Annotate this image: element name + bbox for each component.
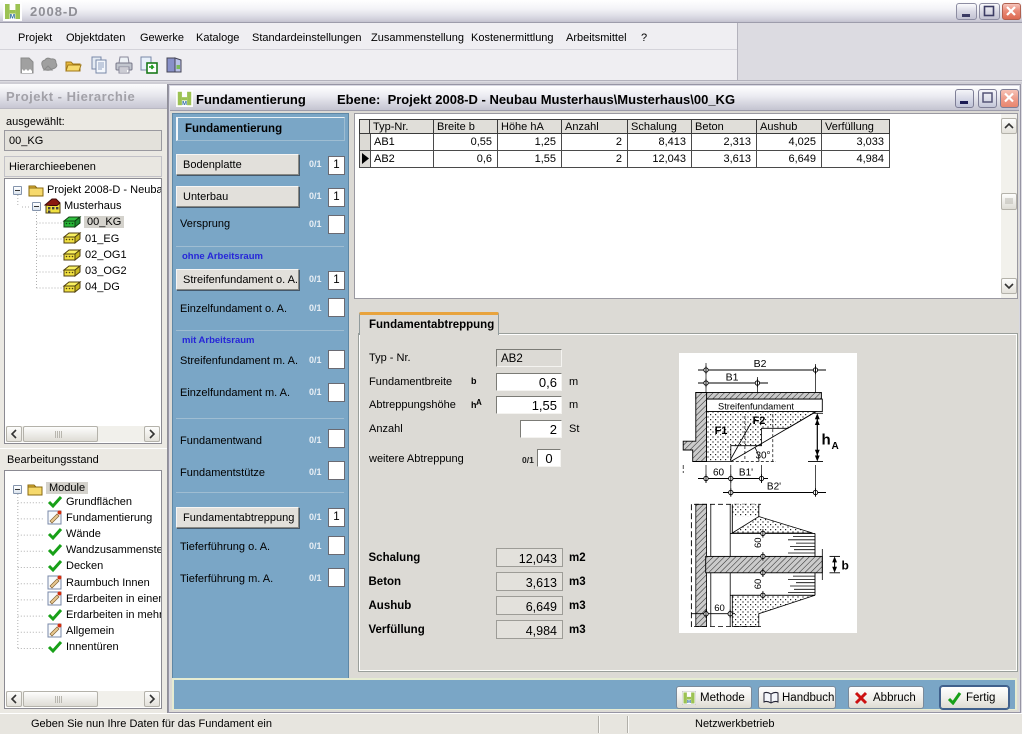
svg-text:30°: 30° bbox=[755, 451, 770, 462]
svg-text:b: b bbox=[842, 559, 849, 573]
svg-text:60: 60 bbox=[714, 603, 725, 614]
svg-text:B1: B1 bbox=[726, 372, 739, 384]
svg-text:B2: B2 bbox=[754, 358, 767, 370]
svg-text:B2': B2' bbox=[767, 482, 781, 493]
svg-text:60: 60 bbox=[713, 468, 725, 479]
svg-text:M: M bbox=[182, 101, 187, 107]
svg-text:M: M bbox=[687, 699, 691, 705]
svg-text:M: M bbox=[10, 14, 15, 21]
svg-text:Streifenfundament: Streifenfundament bbox=[718, 401, 794, 411]
svg-text:F1: F1 bbox=[715, 425, 728, 437]
svg-text:60: 60 bbox=[753, 579, 764, 590]
svg-text:F2: F2 bbox=[753, 415, 766, 427]
svg-text:h: h bbox=[822, 432, 831, 449]
svg-text:60: 60 bbox=[753, 537, 764, 548]
svg-text:A: A bbox=[832, 441, 839, 452]
svg-text:B1': B1' bbox=[739, 468, 753, 479]
